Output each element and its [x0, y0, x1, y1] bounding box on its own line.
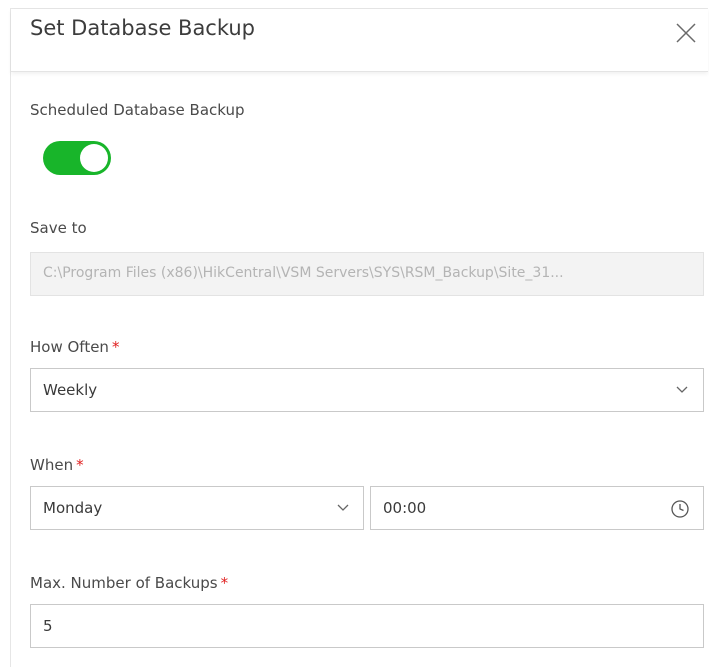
- save-to-label: Save to: [30, 219, 87, 237]
- clock-icon[interactable]: [669, 498, 691, 520]
- save-to-path-value: C:\Program Files (x86)\HikCentral\VSM Se…: [43, 265, 564, 281]
- dialog-title: Set Database Backup: [30, 16, 256, 40]
- save-to-path-field: C:\Program Files (x86)\HikCentral\VSM Se…: [30, 252, 704, 296]
- scheduled-backup-label: Scheduled Database Backup: [30, 101, 245, 119]
- chevron-down-icon: [337, 504, 349, 511]
- required-mark: *: [76, 456, 84, 474]
- when-day-value: Monday: [43, 499, 103, 517]
- how-often-label-text: How Often: [30, 338, 109, 356]
- dialog-header: Set Database Backup: [11, 9, 708, 72]
- when-label: When *: [30, 456, 84, 474]
- when-time-picker[interactable]: 00:00: [370, 486, 704, 530]
- when-label-text: When: [30, 456, 74, 474]
- how-often-value: Weekly: [43, 381, 98, 399]
- backup-dialog: Set Database Backup Scheduled Database B…: [10, 8, 708, 667]
- how-often-label: How Often *: [30, 338, 119, 356]
- close-icon[interactable]: [675, 22, 697, 44]
- how-often-select[interactable]: Weekly: [30, 368, 704, 412]
- max-backups-label: Max. Number of Backups *: [30, 574, 228, 592]
- toggle-knob: [80, 144, 108, 172]
- scheduled-backup-toggle[interactable]: [43, 141, 111, 175]
- max-backups-label-text: Max. Number of Backups: [30, 574, 218, 592]
- required-mark: *: [220, 574, 229, 592]
- when-day-select[interactable]: Monday: [30, 486, 364, 530]
- max-backups-input[interactable]: 5: [30, 604, 704, 648]
- chevron-down-icon: [676, 386, 688, 393]
- when-time-value: 00:00: [383, 499, 427, 517]
- max-backups-value: 5: [43, 617, 53, 635]
- required-mark: *: [111, 338, 120, 356]
